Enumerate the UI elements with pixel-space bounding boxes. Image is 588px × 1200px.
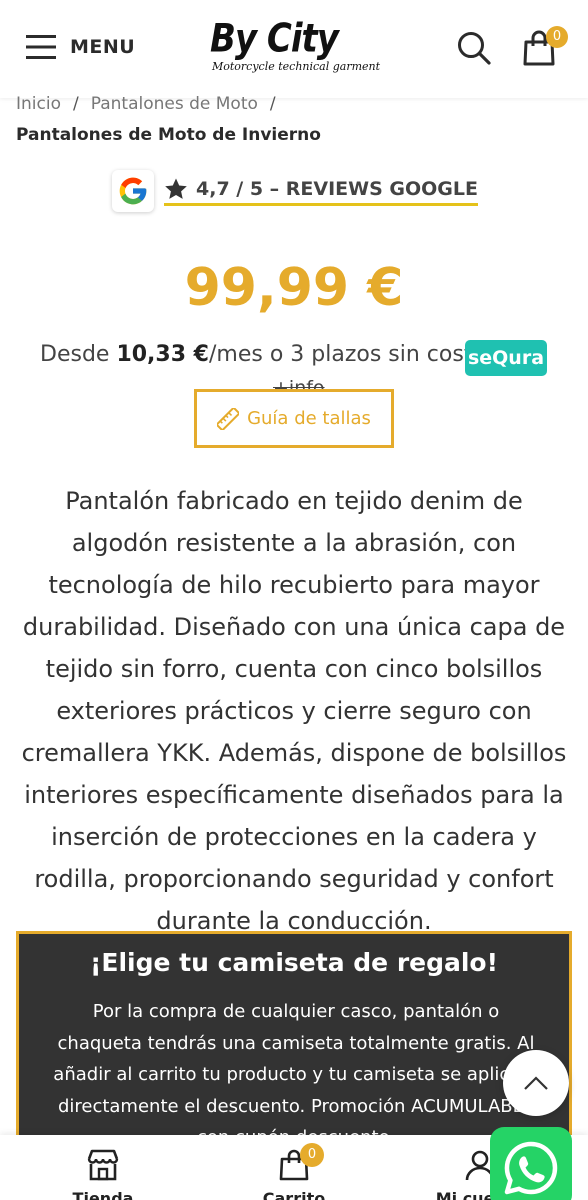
bottom-nav-cart[interactable]: Carrito — [234, 1149, 354, 1200]
whatsapp-chat-button[interactable] — [490, 1127, 572, 1200]
gift-promo-title: ¡Elige tu camiseta de regalo! — [89, 948, 499, 977]
reviews-text: 4,7 / 5 – REVIEWS GOOGLE — [196, 177, 478, 200]
gift-promo-text: Por la compra de cualquier casco, pantal… — [53, 1001, 539, 1148]
site-logo[interactable]: By City Motorcycle technical garment — [210, 16, 380, 80]
menu-label: MENU — [70, 36, 136, 58]
search-button[interactable] — [456, 30, 492, 70]
bottom-cart-count-badge: 0 — [300, 1143, 324, 1167]
ruler-icon — [217, 407, 240, 430]
breadcrumb-separator: / — [269, 94, 276, 114]
product-price: 99,99 € — [184, 258, 404, 318]
google-logo-icon — [112, 170, 154, 212]
logo-wordmark: By City — [210, 16, 339, 62]
installments-info: Desde 10,33 €/mes o 3 plazos sin coste — [40, 342, 486, 367]
installments-prefix: Desde — [40, 342, 117, 367]
hamburger-icon — [26, 35, 56, 59]
installments-suffix: /mes o 3 plazos sin coste — [209, 342, 486, 367]
logo-tagline: Motorcycle technical garment — [212, 60, 381, 73]
menu-button[interactable]: MENU — [26, 34, 135, 60]
whatsapp-icon — [504, 1141, 558, 1195]
google-reviews[interactable]: 4,7 / 5 – REVIEWS GOOGLE — [112, 170, 478, 212]
scroll-to-top-button[interactable] — [503, 1050, 569, 1116]
breadcrumb: Inicio / Pantalones de Moto / — [16, 94, 288, 114]
breadcrumb-current: Pantalones de Moto de Invierno — [16, 125, 321, 145]
star-icon — [165, 178, 187, 199]
bottom-nav-shop[interactable]: Tienda — [43, 1149, 163, 1200]
bottom-nav-cart-label: Carrito — [262, 1189, 326, 1200]
bottom-nav-shop-label: Tienda — [72, 1189, 134, 1200]
size-guide-button[interactable]: Guía de tallas — [194, 389, 394, 448]
search-icon — [458, 32, 491, 65]
installments-amount: 10,33 € — [116, 342, 209, 367]
breadcrumb-home[interactable]: Inicio — [16, 94, 61, 114]
product-description: Pantalón fabricado en tejido denim de al… — [21, 487, 567, 935]
sequra-logo: seQura — [465, 340, 547, 376]
cart-count-badge: 0 — [546, 26, 568, 48]
store-icon — [87, 1149, 119, 1181]
gift-promo-box: ¡Elige tu camiseta de regalo! Por la com… — [16, 931, 572, 1151]
reviews-link[interactable]: 4,7 / 5 – REVIEWS GOOGLE — [164, 177, 478, 206]
breadcrumb-separator: / — [72, 94, 79, 114]
chevron-up-icon — [524, 1076, 548, 1090]
site-header: MENU By City Motorcycle technical garmen… — [0, 0, 588, 98]
size-guide-label: Guía de tallas — [247, 408, 371, 429]
breadcrumb-category[interactable]: Pantalones de Moto — [91, 94, 258, 114]
